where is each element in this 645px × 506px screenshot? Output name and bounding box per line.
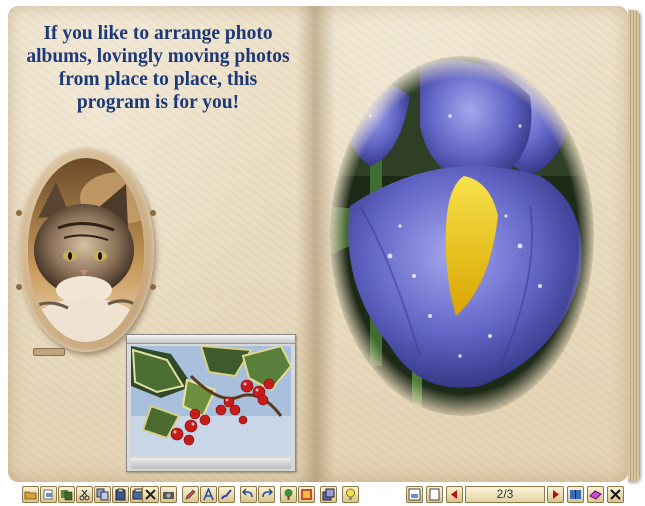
holly-image — [131, 346, 291, 456]
blank-page-icon[interactable] — [426, 486, 443, 503]
brush-icon[interactable] — [218, 486, 235, 503]
cat-photo[interactable] — [28, 158, 144, 342]
frame-label-plate — [33, 348, 65, 356]
bulb-icon[interactable] — [342, 486, 359, 503]
frame-knob — [150, 210, 156, 216]
iris-photo[interactable] — [330, 56, 594, 416]
window-titlebar[interactable] — [127, 335, 295, 344]
effects-icon[interactable] — [298, 486, 315, 503]
prev-page-icon[interactable] — [446, 486, 463, 503]
next-page-icon[interactable] — [547, 486, 564, 503]
new-page-icon[interactable] — [40, 486, 57, 503]
delete-icon[interactable] — [142, 486, 159, 503]
page-counter: 2/3 — [465, 486, 545, 503]
frame-knob — [16, 284, 22, 290]
cat-photo-frame[interactable] — [16, 148, 156, 352]
frame-knob — [150, 284, 156, 290]
layers-icon[interactable] — [320, 486, 337, 503]
page-edges — [628, 10, 640, 482]
undo-icon[interactable] — [240, 486, 257, 503]
page-layout-icon[interactable] — [406, 486, 423, 503]
eraser-icon[interactable] — [587, 486, 604, 503]
tree-icon[interactable] — [280, 486, 297, 503]
holly-photo-window[interactable] — [126, 334, 296, 472]
text-icon[interactable] — [200, 486, 217, 503]
save-icon[interactable] — [58, 486, 75, 503]
page-headline: If you like to arrange photo albums, lov… — [26, 23, 290, 113]
window-statusbar — [131, 458, 291, 469]
book-icon[interactable] — [567, 486, 584, 503]
bottom-toolbar: 2/3 — [0, 484, 645, 506]
copy-icon[interactable] — [94, 486, 111, 503]
cat-image — [28, 158, 144, 342]
frame-knob — [16, 210, 22, 216]
pencil-icon[interactable] — [182, 486, 199, 503]
iris-image — [330, 56, 594, 416]
close-icon[interactable] — [607, 486, 624, 503]
holly-photo[interactable] — [131, 346, 291, 456]
cut-icon[interactable] — [76, 486, 93, 503]
paste-icon[interactable] — [112, 486, 129, 503]
camera-icon[interactable] — [160, 486, 177, 503]
open-folder-icon[interactable] — [22, 486, 39, 503]
redo-icon[interactable] — [258, 486, 275, 503]
photo-album: If you like to arrange photo albums, lov… — [0, 0, 645, 506]
